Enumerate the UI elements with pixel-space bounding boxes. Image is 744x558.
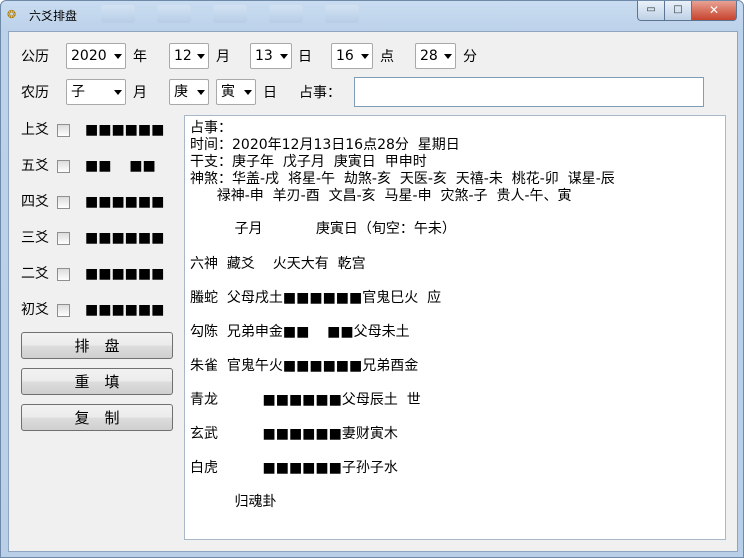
result-line: 占事： [190,120,232,136]
chevron-down-icon [197,54,205,59]
minimize-button[interactable]: ▭ [637,1,665,21]
maximize-button[interactable]: □ [664,1,692,21]
chevron-down-icon [114,90,122,95]
minute-select[interactable]: 28 [415,43,456,69]
lunar-label: 农历 [21,85,49,101]
result-line: 白虎 ■■■■■■子孙子水 [190,460,398,476]
lunar-day-label: 日 [263,85,277,101]
result-line: 归魂卦 [190,494,277,510]
chevron-down-icon [244,90,252,95]
result-line: 青龙 ■■■■■■父母辰土 世 [190,392,421,408]
yao-label: 上爻 [21,122,49,138]
window-title: 六爻排盘 [29,9,78,23]
question-label: 占事： [299,85,341,101]
yao-checkbox[interactable] [57,124,70,137]
hour-value: 16 [336,48,354,64]
yao-bars: ■■■■■■ [85,230,165,246]
yao-checkbox[interactable] [57,268,70,281]
yao-bars: ■■ ■■ [85,158,156,174]
minute-label: 分 [463,49,477,65]
month-select[interactable]: 12 [169,43,209,69]
year-select[interactable]: 2020 [66,43,126,69]
day-stem-value: 庚 [174,84,188,100]
year-value: 2020 [71,48,107,64]
yao-bars: ■■■■■■ [85,302,165,318]
yao-label: 三爻 [21,230,49,246]
yao-label: 五爻 [21,158,49,174]
yao-checkbox[interactable] [57,160,70,173]
main-panel: 公历 2020 年 12 月 13 日 16 点 28 分 农历 子 月 庚 寅… [8,31,738,552]
result-textarea[interactable]: 占事： 时间：2020年12月13日16点28分 星期日 干支：庚子年 戊子月 … [184,115,726,540]
question-input[interactable] [354,77,704,107]
coin-icon: ❂ [7,8,17,21]
reset-button[interactable]: 重 填 [21,368,173,395]
month-label: 月 [216,49,230,65]
result-line: 时间：2020年12月13日16点28分 星期日 [190,137,460,153]
result-line: 玄武 ■■■■■■妻财寅木 [190,426,398,442]
hour-label: 点 [380,49,394,65]
yao-label: 四爻 [21,194,49,210]
yao-row-4: 四爻 ■■■■■■ [21,192,176,212]
day-stem-select[interactable]: 庚 [169,79,209,105]
app-window: ❂ 六爻排盘 ▭ □ ✕ 公历 2020 年 12 月 13 日 16 点 28… [0,0,744,558]
copy-button[interactable]: 复 制 [21,404,173,431]
lunar-month-value: 子 [71,84,85,100]
arrange-button[interactable]: 排 盘 [21,332,173,359]
result-line: 神煞：华盖-戌 将星-午 劫煞-亥 天医-亥 天禧-未 桃花-卯 谋星-辰 [190,171,615,187]
close-button[interactable]: ✕ [691,1,737,21]
yao-label: 初爻 [21,302,49,318]
lunar-month-label: 月 [133,85,147,101]
chevron-down-icon [114,54,122,59]
solar-label: 公历 [21,49,49,65]
day-value: 13 [255,48,273,64]
day-branch-select[interactable]: 寅 [216,79,256,105]
yao-row-6: 上爻 ■■■■■■ [21,120,176,140]
result-line: 干支：庚子年 戊子月 庚寅日 甲申时 [190,154,427,170]
yao-row-1: 初爻 ■■■■■■ [21,300,176,320]
yao-label: 二爻 [21,266,49,282]
result-line: 朱雀 官鬼午火■■■■■■兄弟酉金 [190,358,419,374]
yao-checkbox[interactable] [57,232,70,245]
result-line: 禄神-申 羊刃-酉 文昌-亥 马星-申 灾煞-子 贵人-午、寅 [190,188,572,204]
day-label: 日 [298,49,312,65]
result-line: 六神 藏爻 火天大有 乾宫 [190,256,366,272]
minute-value: 28 [420,48,438,64]
lunar-month-select[interactable]: 子 [66,79,126,105]
yao-bars: ■■■■■■ [85,122,165,138]
yao-checkbox[interactable] [57,304,70,317]
background-toolbar-ghost [101,5,391,27]
yao-bars: ■■■■■■ [85,266,165,282]
yao-bars: ■■■■■■ [85,194,165,210]
yao-row-3: 三爻 ■■■■■■ [21,228,176,248]
hour-select[interactable]: 16 [331,43,373,69]
chevron-down-icon [197,90,205,95]
result-line: 螣蛇 父母戌土■■■■■■官鬼巳火 应 [190,290,442,306]
day-branch-value: 寅 [221,84,235,100]
month-value: 12 [174,48,192,64]
yao-checkbox[interactable] [57,196,70,209]
chevron-down-icon [444,54,452,59]
result-line: 子月 庚寅日（旬空：午未） [190,221,456,237]
yao-row-2: 二爻 ■■■■■■ [21,264,176,284]
day-select[interactable]: 13 [250,43,292,69]
title-bar[interactable]: ❂ 六爻排盘 ▭ □ ✕ [1,1,743,31]
year-label: 年 [133,49,147,65]
chevron-down-icon [280,54,288,59]
chevron-down-icon [361,54,369,59]
yao-row-5: 五爻 ■■ ■■ [21,156,176,176]
result-line: 勾陈 兄弟申金■■ ■■父母未土 [190,324,410,340]
